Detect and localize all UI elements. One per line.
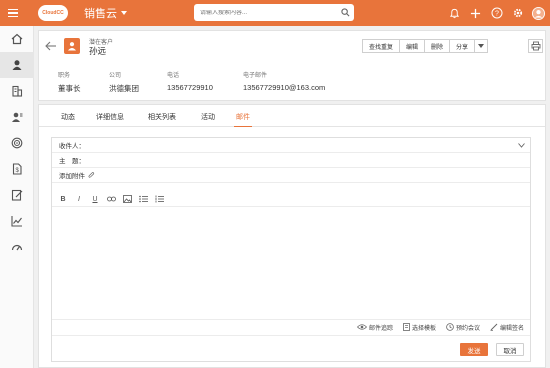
add-attachment-label[interactable]: 添加附件 (59, 170, 85, 180)
subject-label: 主 题： (59, 158, 85, 165)
field-email: 电子邮件 13567729910@163.com (243, 70, 325, 92)
edit-document-icon (11, 189, 23, 201)
field-label: 电话 (167, 73, 180, 79)
top-bar: CloudCC 销售云 ? (0, 0, 550, 26)
italic-icon[interactable]: I (73, 193, 85, 205)
sidebar: $ (0, 26, 34, 368)
document-dollar-icon: $ (12, 163, 22, 175)
email-tracking-label: 邮件追踪 (368, 325, 393, 332)
bulleted-list-icon[interactable] (137, 193, 149, 205)
user-avatar-icon[interactable] (531, 6, 546, 21)
svg-text:?: ? (495, 11, 499, 18)
more-actions-chevron-down-icon[interactable] (474, 39, 489, 53)
field-value: 洪德集团 (109, 84, 139, 93)
field-value: 13567729910 (167, 83, 213, 92)
record-actions: 查找重复 编辑 删除 分享 (362, 39, 489, 53)
edit-signature-label: 编辑签名 (499, 325, 524, 332)
app-switcher-caret-icon[interactable] (121, 11, 127, 15)
settings-gear-icon[interactable] (510, 6, 525, 21)
recipient-row[interactable]: 收件人： (52, 138, 530, 153)
home-icon (11, 33, 23, 45)
sidebar-item-dashboard[interactable] (0, 234, 34, 260)
recipient-label: 收件人： (59, 143, 85, 150)
image-icon[interactable] (121, 193, 133, 205)
delete-button[interactable]: 删除 (424, 39, 451, 53)
field-title: 职务 董事长 (58, 70, 81, 94)
sidebar-item-reports[interactable] (0, 182, 34, 208)
sidebar-item-targets[interactable] (0, 130, 34, 156)
paperclip-icon[interactable] (88, 171, 95, 179)
select-template-label: 选择模板 (411, 325, 436, 332)
schedule-meeting-label: 预约会议 (455, 325, 480, 332)
share-button[interactable]: 分享 (449, 39, 476, 53)
contact-icon (12, 112, 23, 122)
search-icon[interactable] (336, 4, 354, 21)
rich-text-toolbar: B I U (52, 192, 530, 207)
edit-button[interactable]: 编辑 (399, 39, 426, 53)
email-tools: 邮件追踪 选择模板 预约会议 编辑签名 (52, 319, 530, 334)
email-body-editor[interactable] (52, 208, 530, 318)
tab-details[interactable]: 详细信息 (94, 112, 126, 127)
field-label: 职务 (58, 73, 71, 79)
attachment-row[interactable]: 添加附件 (52, 168, 530, 183)
tab-activity-feed[interactable]: 动态 (59, 112, 77, 127)
tab-activities[interactable]: 活动 (199, 112, 217, 127)
record-header: 潜在客户 孙远 查找重复 编辑 删除 分享 职务 董事长 公司 洪德集团 电话 … (38, 30, 546, 101)
chevron-down-icon[interactable] (518, 143, 525, 148)
sidebar-item-contacts[interactable] (0, 104, 34, 130)
numbered-list-icon[interactable] (153, 193, 165, 205)
field-label: 公司 (109, 73, 122, 79)
search-input[interactable] (194, 9, 336, 16)
tab-email[interactable]: 邮件 (234, 112, 252, 127)
svg-text:$: $ (16, 168, 20, 174)
field-phone: 电话 13567729910 (167, 70, 213, 92)
subject-row[interactable]: 主 题： (52, 153, 530, 168)
sidebar-item-analytics[interactable] (0, 208, 34, 234)
sidebar-item-accounts[interactable] (0, 78, 34, 104)
field-label: 电子邮件 (243, 73, 268, 79)
field-company: 公司 洪德集团 (109, 70, 139, 94)
sidebar-item-quotes[interactable]: $ (0, 156, 34, 182)
lead-avatar-icon (64, 38, 80, 54)
person-icon (12, 60, 22, 70)
pen-icon (490, 323, 498, 331)
tab-bar: 动态 详细信息 相关列表 活动 邮件 (39, 112, 545, 127)
select-template-button[interactable]: 选择模板 (403, 323, 436, 332)
cloudcc-logo: CloudCC (38, 5, 68, 21)
target-icon (11, 137, 23, 149)
sidebar-item-home[interactable] (0, 26, 34, 52)
find-duplicates-button[interactable]: 查找重复 (362, 39, 401, 53)
link-icon[interactable] (105, 193, 117, 205)
print-icon[interactable] (528, 39, 543, 53)
bold-icon[interactable]: B (57, 193, 69, 205)
template-icon (403, 323, 410, 331)
notification-bell-icon[interactable] (447, 6, 462, 21)
email-actions: 发送 取消 (52, 335, 530, 362)
field-value: 董事长 (58, 84, 81, 93)
app-name[interactable]: 销售云 (84, 5, 117, 21)
menu-icon[interactable] (0, 0, 26, 26)
edit-signature-button[interactable]: 编辑签名 (490, 323, 524, 332)
email-composer: 收件人： 主 题： 添加附件 B I U 邮件追踪 选择模板 预约会议 编辑签名… (51, 137, 531, 362)
clock-icon (446, 323, 454, 331)
chart-icon (11, 216, 22, 227)
underline-icon[interactable]: U (89, 193, 101, 205)
eye-icon (356, 324, 367, 330)
field-value: 13567729910@163.com (243, 83, 326, 92)
gauge-icon (11, 244, 23, 251)
record-name: 孙远 (89, 46, 107, 56)
email-tracking-button[interactable]: 邮件追踪 (356, 323, 393, 332)
record-detail-panel: 动态 详细信息 相关列表 活动 邮件 收件人： 主 题： 添加附件 B I U (38, 104, 546, 368)
send-button[interactable]: 发送 (460, 343, 488, 356)
add-icon[interactable] (468, 6, 483, 21)
back-arrow-icon[interactable] (45, 40, 57, 52)
sidebar-item-leads[interactable] (0, 52, 34, 78)
building-icon (12, 85, 23, 97)
tab-related-lists[interactable]: 相关列表 (146, 112, 178, 127)
global-search (194, 4, 354, 21)
cancel-button[interactable]: 取消 (496, 343, 524, 356)
schedule-meeting-button[interactable]: 预约会议 (446, 323, 480, 332)
help-icon[interactable]: ? (489, 6, 504, 21)
